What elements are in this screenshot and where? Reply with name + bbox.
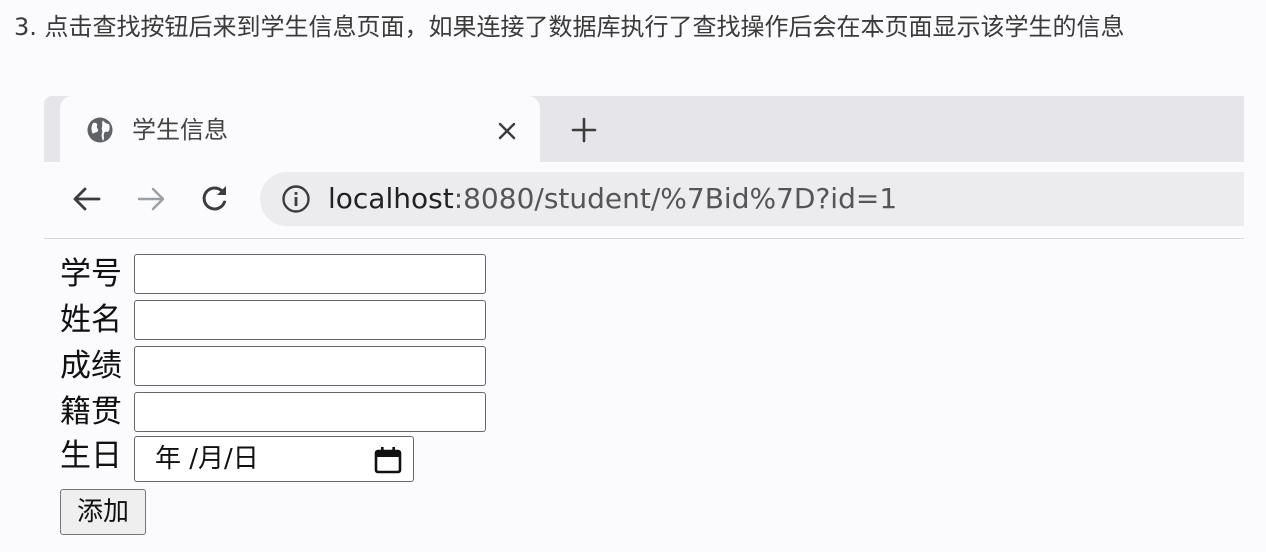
- page-content: 学号 姓名 成绩 籍贯 生日 年 /月/日 添加: [44, 239, 1244, 552]
- hometown-label: 籍贯: [60, 394, 122, 430]
- calendar-icon[interactable]: [373, 445, 403, 475]
- score-label: 成绩: [60, 348, 122, 384]
- hometown-input[interactable]: [134, 392, 486, 432]
- add-button[interactable]: 添加: [60, 489, 146, 535]
- student-id-label: 学号: [60, 256, 122, 292]
- info-icon[interactable]: [280, 183, 312, 215]
- birthday-label: 生日: [60, 438, 122, 474]
- url-path: :8080/student/%7Bid%7D?id=1: [453, 182, 898, 215]
- name-label: 姓名: [60, 302, 122, 338]
- reload-icon[interactable]: [198, 182, 232, 216]
- arrow-left-icon[interactable]: [70, 182, 104, 216]
- tab-strip: 学生信息: [44, 96, 1244, 164]
- browser-toolbar: localhost:8080/student/%7Bid%7D?id=1: [44, 162, 1244, 239]
- url-text: localhost:8080/student/%7Bid%7D?id=1: [328, 181, 897, 217]
- arrow-right-icon[interactable]: [134, 182, 168, 216]
- browser-window: 学生信息 localhost:8080/student/%7Bid%7D?id=…: [44, 96, 1244, 552]
- instruction-caption: 3. 点击查找按钮后来到学生信息页面，如果连接了数据库执行了查找操作后会在本页面…: [14, 13, 1125, 41]
- address-bar[interactable]: localhost:8080/student/%7Bid%7D?id=1: [260, 172, 1244, 226]
- globe-icon: [87, 117, 113, 143]
- student-id-input[interactable]: [134, 254, 486, 294]
- plus-icon[interactable]: [568, 114, 600, 146]
- birthday-date-input[interactable]: 年 /月/日: [134, 436, 414, 482]
- tab-student-info[interactable]: 学生信息: [60, 96, 540, 164]
- close-icon[interactable]: [492, 116, 522, 146]
- date-placeholder: 年 /月/日: [155, 444, 259, 474]
- name-input[interactable]: [134, 300, 486, 340]
- tab-title: 学生信息: [132, 116, 228, 144]
- url-host: localhost: [328, 182, 454, 215]
- score-input[interactable]: [134, 346, 486, 386]
